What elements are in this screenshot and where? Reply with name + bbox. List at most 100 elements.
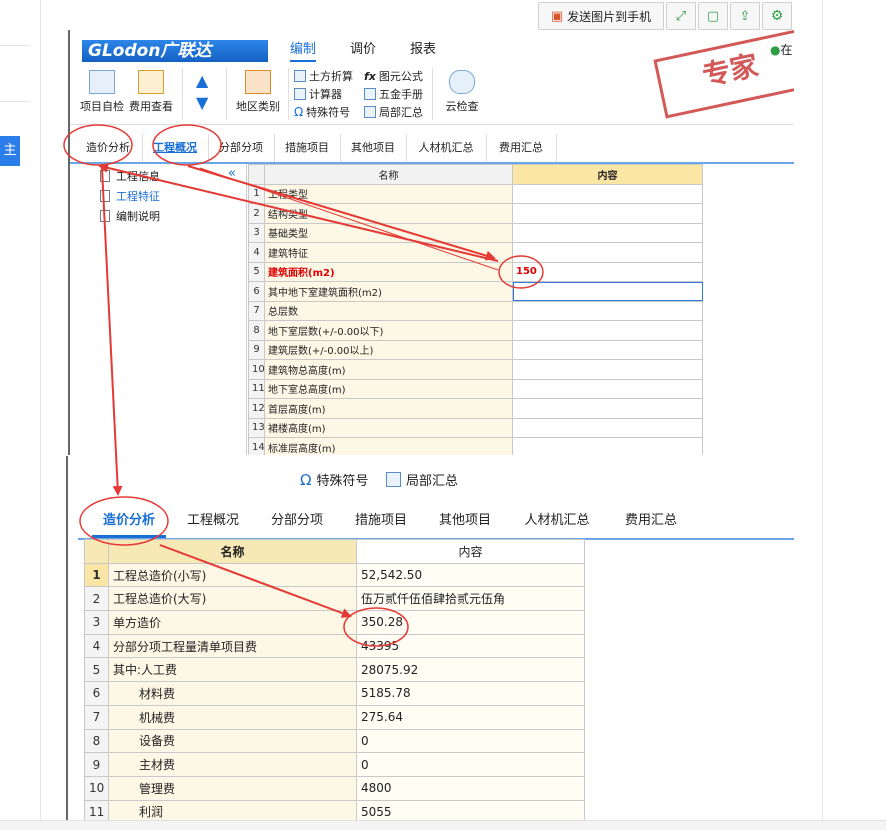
document-icon: [100, 210, 110, 222]
menu-price-adjust[interactable]: 调价: [350, 40, 376, 60]
self-check-button[interactable]: 项目自检: [80, 66, 124, 114]
table-row[interactable]: 7 总层数: [248, 300, 703, 321]
move-down-icon[interactable]: ▼: [196, 92, 208, 114]
row-value-cell[interactable]: [512, 300, 703, 321]
row-value-cell[interactable]: [512, 359, 703, 380]
row-value-cell[interactable]: [512, 398, 703, 419]
share-button[interactable]: ⇪: [730, 2, 760, 30]
tab-measures[interactable]: 措施项目: [344, 504, 418, 538]
table-row[interactable]: 1 工程总造价(小写) 52,542.50: [84, 562, 585, 588]
region-category-button[interactable]: 地区类别: [232, 66, 284, 114]
tab-labor-material[interactable]: 人材机汇总: [406, 134, 487, 162]
element-formula-label: 图元公式: [378, 70, 423, 83]
row-index: 10: [84, 775, 109, 801]
row-value-cell[interactable]: 43395: [356, 633, 585, 659]
table-row[interactable]: 6 材料费 5185.78: [84, 681, 585, 706]
tree-item-project-features[interactable]: 工程特征: [100, 188, 160, 204]
table-row[interactable]: 7 机械费 275.64: [84, 704, 585, 730]
special-symbol-button[interactable]: Ω 特殊符号: [300, 470, 368, 490]
row-value-cell[interactable]: 28075.92: [356, 657, 585, 683]
row-value-cell[interactable]: 0: [356, 728, 585, 754]
row-value-cell[interactable]: 0: [356, 752, 585, 777]
tab-cost-analysis[interactable]: 造价分析: [74, 134, 143, 162]
table-row[interactable]: 11 地下室总高度(m): [248, 378, 703, 399]
collapse-panel-icon[interactable]: «: [228, 166, 236, 181]
expand-button[interactable]: ⤢: [666, 2, 696, 30]
tab-fee-summary[interactable]: 费用汇总: [612, 504, 690, 538]
move-up-icon[interactable]: ▲: [196, 70, 208, 92]
table-row[interactable]: 9 建筑层数(+/-0.00以上): [248, 339, 703, 360]
table-row[interactable]: 4 建筑特征: [248, 242, 703, 263]
screenshot-project-overview: GLodon广联达 编制 调价 报表 ●在 项目自检 费用查看 ▲ ▼ 地区类别…: [68, 30, 794, 455]
table-row[interactable]: 3 单方造价 350.28: [84, 610, 585, 635]
row-value-cell[interactable]: 275.64: [356, 704, 585, 730]
table-row[interactable]: 10 管理费 4800: [84, 775, 585, 801]
table-row[interactable]: 8 地下室层数(+/-0.00以下): [248, 320, 703, 341]
calculator-button[interactable]: 计算器: [294, 86, 342, 102]
tab-project-overview[interactable]: 工程概况: [176, 504, 250, 538]
hardware-manual-button[interactable]: 五金手册: [364, 86, 423, 102]
table-row[interactable]: 5 建筑面积(m2) 150: [248, 261, 703, 282]
table-row[interactable]: 2 工程总造价(大写) 伍万贰仟伍佰肆拾贰元伍角: [84, 586, 585, 612]
table-row[interactable]: 1 工程类型: [248, 183, 703, 204]
tree-item-project-info[interactable]: 工程信息: [100, 168, 160, 184]
tab-other-items[interactable]: 其他项目: [428, 504, 502, 538]
table-row[interactable]: 12 首层高度(m): [248, 398, 703, 419]
hardware-manual-label: 五金手册: [379, 88, 423, 101]
earthwork-button[interactable]: 土方折算: [294, 68, 353, 84]
row-value-cell[interactable]: [512, 437, 703, 455]
row-value-cell[interactable]: [512, 242, 703, 263]
left-tab-badge[interactable]: 主: [0, 136, 20, 166]
row-value-cell[interactable]: [512, 203, 703, 224]
tab-sub-items[interactable]: 分部分项: [260, 504, 334, 538]
tab-cost-analysis[interactable]: 造价分析: [92, 504, 166, 538]
header-index: [84, 539, 109, 564]
tab-project-overview[interactable]: 工程概况: [142, 134, 209, 162]
row-value-cell[interactable]: [512, 183, 703, 204]
tab-sub-items[interactable]: 分部分项: [208, 134, 275, 162]
row-value-cell[interactable]: [512, 320, 703, 341]
cloud-check-button[interactable]: 云检查: [442, 66, 482, 114]
send-to-phone-button[interactable]: ▣ 发送图片到手机: [538, 2, 664, 30]
row-value-cell[interactable]: [512, 378, 703, 399]
row-value-cell[interactable]: [512, 222, 703, 243]
row-value-cell[interactable]: [512, 339, 703, 360]
save-button[interactable]: ▢: [698, 2, 728, 30]
table-row[interactable]: 8 设备费 0: [84, 728, 585, 754]
table-row[interactable]: 14 标准层高度(m): [248, 437, 703, 455]
row-value-cell[interactable]: 5185.78: [356, 681, 585, 706]
table-row[interactable]: 10 建筑物总高度(m): [248, 359, 703, 380]
settings-button[interactable]: ⚙: [762, 2, 792, 30]
row-value-cell[interactable]: [512, 417, 703, 438]
tab-labor-material[interactable]: 人材机汇总: [512, 504, 602, 538]
row-value-cell[interactable]: 52,542.50: [356, 562, 585, 588]
row-value-cell[interactable]: 150: [512, 261, 703, 282]
table-row[interactable]: 4 分部分项工程量清单项目费 43395: [84, 633, 585, 659]
table-row[interactable]: 6 其中地下室建筑面积(m2): [248, 281, 703, 302]
tab-other-items[interactable]: 其他项目: [340, 134, 407, 162]
tab-measures[interactable]: 措施项目: [274, 134, 341, 162]
partial-summary-button[interactable]: 局部汇总: [364, 104, 423, 120]
fee-view-button[interactable]: 费用查看: [128, 66, 174, 114]
table-row[interactable]: 5 其中:人工费 28075.92: [84, 657, 585, 683]
table-row[interactable]: 9 主材费 0: [84, 752, 585, 777]
row-value-cell[interactable]: [512, 281, 703, 302]
table-row[interactable]: 3 基础类型: [248, 222, 703, 243]
row-index: 5: [248, 261, 265, 282]
menu-edit[interactable]: 编制: [290, 40, 317, 62]
special-symbol-button[interactable]: Ω 特殊符号: [294, 104, 350, 120]
table-row[interactable]: 2 结构类型: [248, 203, 703, 224]
menu-report[interactable]: 报表: [410, 40, 436, 60]
partial-summary-button[interactable]: 局部汇总: [386, 470, 458, 489]
table-row[interactable]: 13 裙楼高度(m): [248, 417, 703, 438]
manual-icon: [364, 88, 376, 100]
omega-icon: Ω: [300, 470, 312, 489]
element-formula-button[interactable]: fx 图元公式: [364, 68, 423, 84]
row-value-cell[interactable]: 伍万贰仟伍佰肆拾贰元伍角: [356, 586, 585, 612]
row-value-cell[interactable]: 4800: [356, 775, 585, 801]
row-value-cell[interactable]: 350.28: [356, 610, 585, 635]
tree-item-notes[interactable]: 编制说明: [100, 208, 160, 224]
table-row[interactable]: 11 利润 5055: [84, 799, 585, 820]
tab-fee-summary[interactable]: 费用汇总: [486, 134, 557, 162]
row-value-cell[interactable]: 5055: [356, 799, 585, 820]
